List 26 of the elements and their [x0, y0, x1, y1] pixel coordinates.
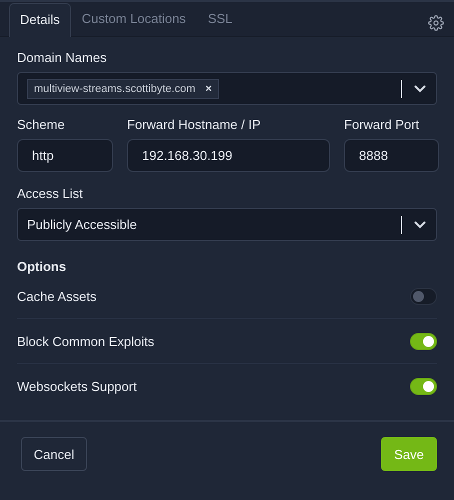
cancel-button[interactable]: Cancel	[21, 437, 87, 471]
remove-icon[interactable]: ×	[205, 82, 212, 94]
option-label: Cache Assets	[17, 288, 96, 304]
option-label: Websockets Support	[17, 378, 137, 394]
input-field[interactable]: 192.168.30.199	[127, 139, 330, 172]
input-field[interactable]: http	[17, 139, 113, 172]
input-field[interactable]: 8888	[344, 139, 439, 172]
settings-icon[interactable]	[428, 15, 444, 31]
access-list-select[interactable]: Publicly Accessible	[17, 208, 437, 241]
domain-names-select[interactable]: multiview-streams.scottibyte.com ×	[17, 72, 437, 105]
domain-tag: multiview-streams.scottibyte.com ×	[27, 78, 219, 98]
toggle-switch[interactable]	[410, 332, 437, 350]
section-title: Options	[17, 259, 66, 274]
toggle-switch[interactable]	[410, 288, 437, 304]
option-label: Block Common Exploits	[17, 334, 154, 348]
tab[interactable]: SSL	[196, 2, 244, 36]
chevron-down-icon[interactable]	[414, 84, 426, 92]
field-label: Forward Hostname / IP	[127, 117, 261, 132]
tab[interactable]: Details	[9, 3, 71, 37]
field-label: Scheme	[17, 117, 65, 132]
chevron-down-icon[interactable]	[414, 220, 426, 228]
toggle-switch[interactable]	[410, 378, 437, 394]
field-label: Forward Port	[344, 117, 420, 132]
field-label: Access List	[17, 186, 83, 201]
tab[interactable]: Custom Locations	[70, 2, 197, 36]
field-label: Domain Names	[17, 50, 107, 65]
